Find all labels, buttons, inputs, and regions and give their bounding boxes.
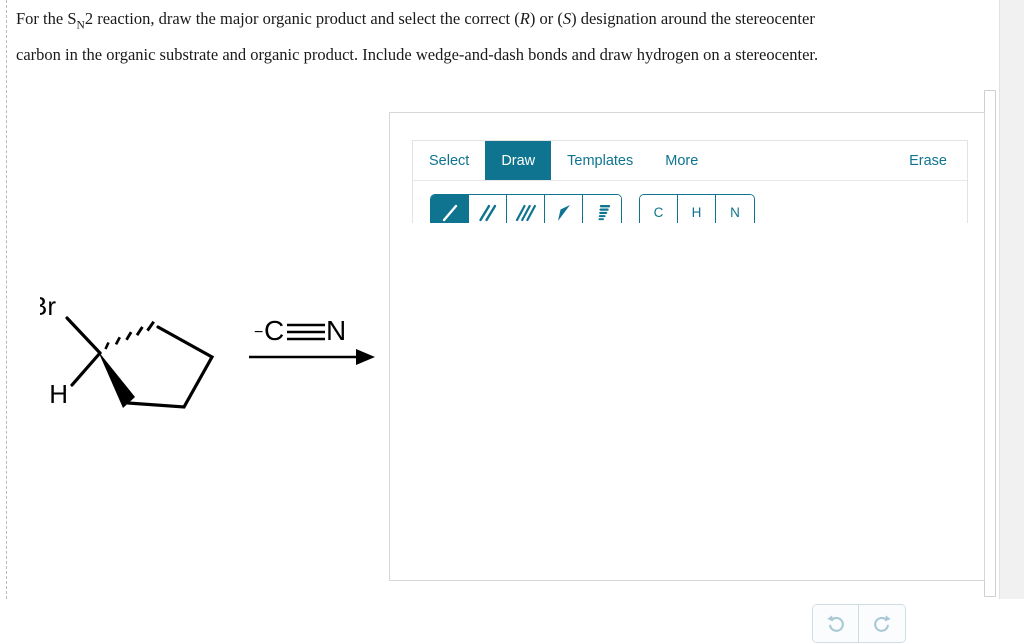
prompt-r-designation: R bbox=[519, 9, 530, 28]
ring-skeleton-bonds bbox=[126, 325, 215, 409]
hashed-bond-up-right bbox=[104, 320, 155, 350]
bond-to-bromine bbox=[65, 316, 102, 355]
reaction-scheme-svg: Br H − C N bbox=[30, 291, 375, 409]
double-bond-icon bbox=[478, 204, 496, 221]
prompt-sn2-subscript: N bbox=[76, 19, 85, 32]
drawing-canvas[interactable] bbox=[412, 223, 968, 553]
tab-select[interactable]: Select bbox=[413, 141, 485, 180]
tab-more[interactable]: More bbox=[649, 141, 714, 180]
reagent-cyanide: − C N bbox=[254, 315, 346, 346]
prompt-line1-part-c: ) or ( bbox=[529, 9, 563, 28]
history-control-group bbox=[812, 604, 906, 643]
reaction-arrow-right bbox=[249, 349, 375, 365]
molecule-editor-panel: Select Draw Templates More Erase C H N bbox=[389, 112, 985, 643]
substrate-structure: Br H bbox=[30, 291, 215, 409]
wedge-bond-down-right bbox=[98, 351, 135, 408]
bromine-label: Br bbox=[40, 291, 56, 321]
prompt-line2: carbon in the organic substrate and orga… bbox=[16, 45, 819, 65]
editor-tab-row: Select Draw Templates More Erase bbox=[413, 141, 967, 181]
reaction-scheme: Br H − C N bbox=[30, 285, 390, 425]
prompt-line1-part-b: 2 reaction, draw the major organic produ… bbox=[84, 9, 520, 28]
cyanide-negative-charge: − bbox=[254, 324, 263, 341]
tab-templates[interactable]: Templates bbox=[551, 141, 649, 180]
single-bond-icon bbox=[442, 204, 457, 221]
cyanide-carbon-label: C bbox=[264, 315, 284, 346]
tab-draw[interactable]: Draw bbox=[485, 141, 552, 180]
wedge-bond-icon bbox=[557, 204, 570, 221]
redo-icon bbox=[874, 614, 891, 632]
prompt-s-designation: S bbox=[562, 9, 572, 28]
prompt-line1-part-d: ) designation around the stereocenter bbox=[571, 9, 815, 28]
cyanide-nitrogen-label: N bbox=[326, 315, 346, 346]
erase-button[interactable]: Erase bbox=[893, 141, 967, 180]
page-scrollbar[interactable] bbox=[984, 90, 996, 597]
right-gutter bbox=[1000, 0, 1024, 599]
undo-icon bbox=[826, 614, 844, 632]
undo-button[interactable] bbox=[813, 605, 859, 642]
redo-button[interactable] bbox=[859, 605, 905, 642]
prompt-line1-part-a: For the S bbox=[16, 9, 77, 28]
bond-to-hydrogen bbox=[70, 351, 102, 387]
triple-bond-icon bbox=[515, 204, 536, 221]
left-margin-rule bbox=[6, 0, 7, 599]
cyanide-triple-bond bbox=[287, 323, 325, 341]
question-prompt: For the SN2 reaction, draw the major org… bbox=[16, 4, 946, 70]
page-root: For the SN2 reaction, draw the major org… bbox=[0, 0, 1024, 643]
hash-bond-icon bbox=[598, 204, 611, 220]
hydrogen-label: H bbox=[49, 379, 68, 409]
